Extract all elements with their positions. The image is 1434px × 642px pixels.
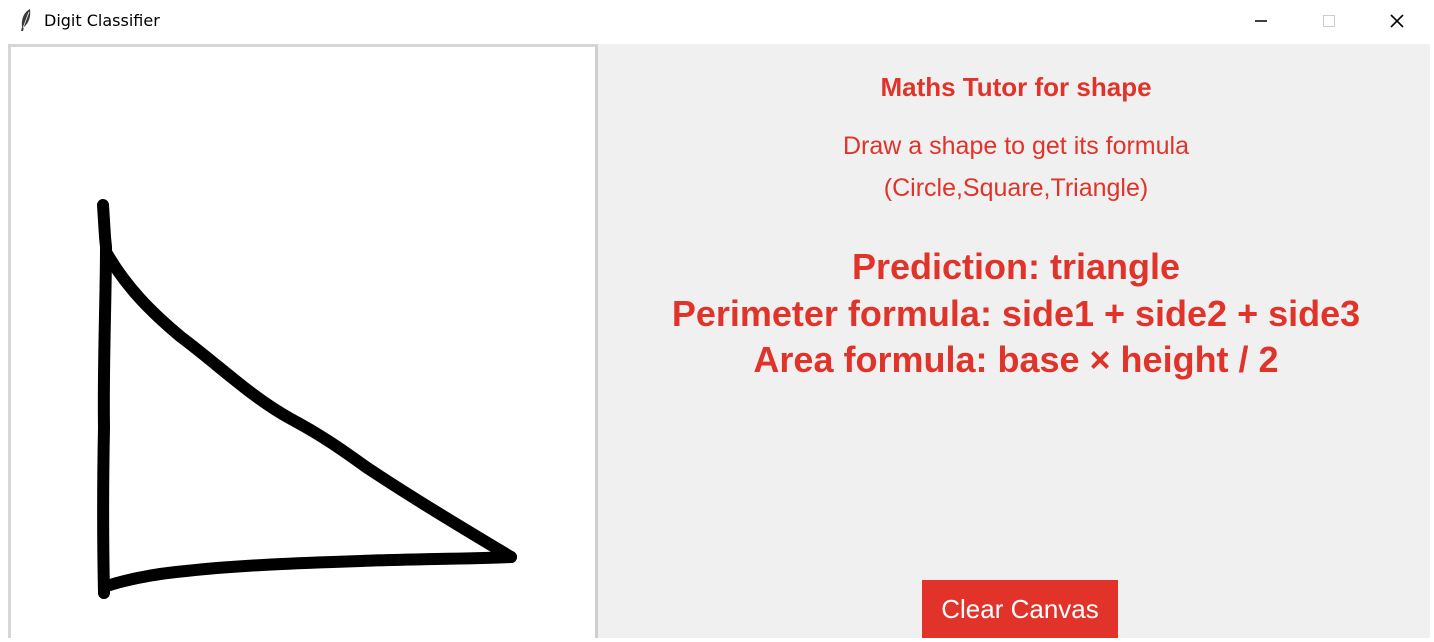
close-icon	[1390, 14, 1404, 28]
feather-icon	[21, 9, 31, 31]
main-content: Maths Tutor for shape Draw a shape to ge…	[8, 44, 1430, 638]
instruction-text: Draw a shape to get its formula	[843, 132, 1189, 160]
info-panel: Maths Tutor for shape Draw a shape to ge…	[602, 44, 1430, 638]
panel-title: Maths Tutor for shape	[880, 72, 1152, 102]
minimize-button[interactable]	[1228, 0, 1294, 42]
maximize-icon	[1323, 15, 1335, 27]
drawn-triangle	[97, 199, 517, 599]
prediction-text: Prediction: triangle	[851, 246, 1181, 287]
area-formula-text: Area formula: base × height / 2	[753, 339, 1279, 380]
close-button[interactable]	[1364, 0, 1430, 42]
title-bar[interactable]: Digit Classifier	[0, 0, 1434, 42]
perimeter-formula-text: Perimeter formula: side1 + side2 + side3	[671, 293, 1361, 334]
minimize-icon	[1255, 20, 1267, 22]
window-title: Digit Classifier	[44, 11, 160, 30]
clear-canvas-button[interactable]: Clear Canvas	[922, 580, 1118, 638]
app-window: Digit Classifier Maths Tutor for shape D…	[0, 0, 1434, 642]
maximize-button[interactable]	[1296, 0, 1362, 42]
supported-shapes-text: (Circle,Square,Triangle)	[883, 174, 1149, 202]
drawing-canvas[interactable]	[8, 44, 598, 638]
